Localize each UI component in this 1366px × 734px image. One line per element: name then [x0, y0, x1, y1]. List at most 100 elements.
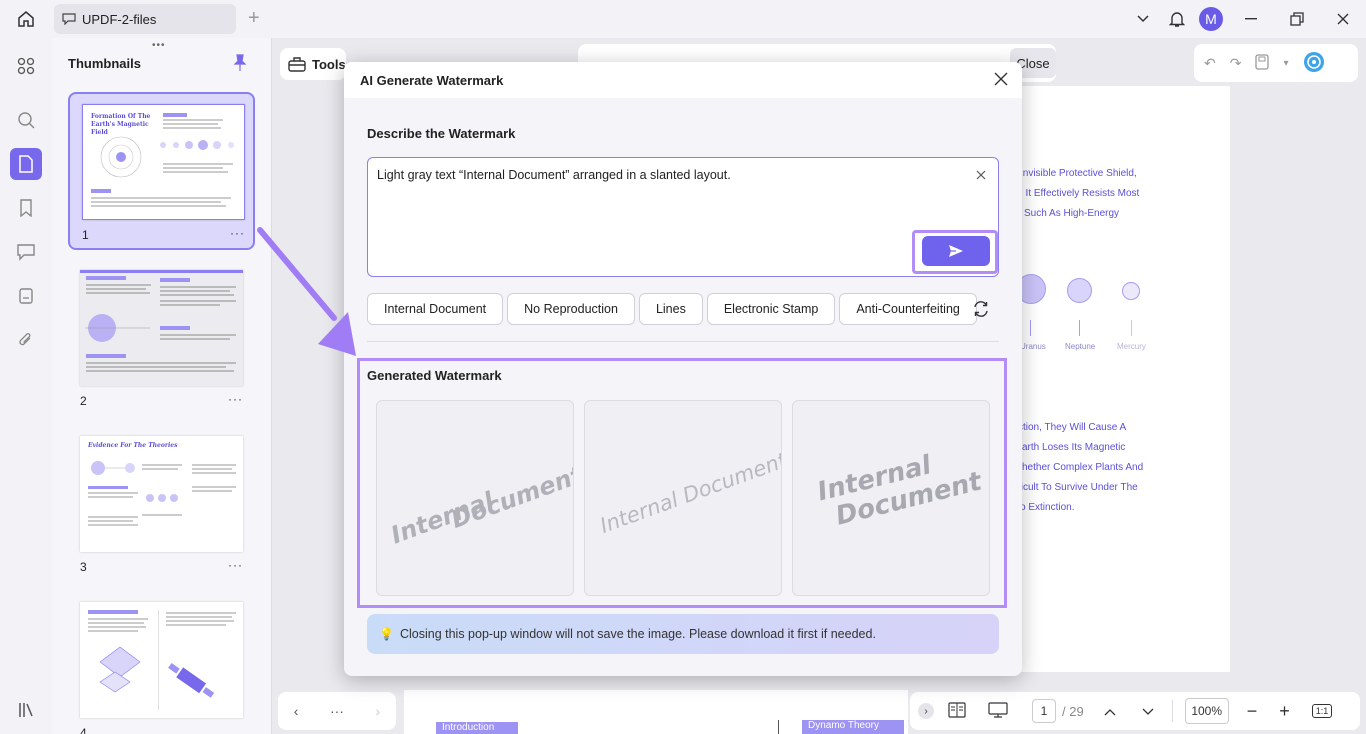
redo-icon[interactable]: ↷ — [1230, 55, 1242, 72]
chip-internal-document[interactable]: Internal Document — [367, 293, 504, 325]
send-icon — [949, 245, 963, 257]
minimize-icon[interactable] — [1228, 0, 1274, 38]
thumbnail-image — [80, 270, 243, 386]
watermark-option-2[interactable]: Internal Document — [584, 400, 782, 596]
watermark-preview: Internal Document — [596, 448, 782, 538]
comments-icon[interactable] — [10, 236, 42, 268]
avatar-button[interactable]: M — [1194, 0, 1228, 38]
restore-icon[interactable] — [1274, 0, 1320, 38]
zoom-level[interactable]: 100% — [1184, 698, 1229, 724]
thumbnail-page-4[interactable]: 4 — [68, 592, 255, 734]
chevron-up-icon[interactable] — [1104, 704, 1116, 719]
chip-anti-counterfeiting[interactable]: Anti-Counterfeiting — [839, 293, 977, 325]
document-text: ction, They Will Cause A — [1018, 422, 1127, 433]
thumbnail-more-button[interactable]: ··· — [228, 558, 243, 572]
thumbnails-panel: ••• Thumbnails Formation Of The Earth's … — [52, 38, 272, 734]
zoom-in-icon[interactable]: + — [1279, 701, 1290, 722]
chip-electronic-stamp[interactable]: Electronic Stamp — [706, 293, 836, 325]
chevron-down-icon[interactable]: ▾ — [1283, 58, 1288, 69]
watermark-prompt-input[interactable]: Light gray text “Internal Document” arra… — [367, 157, 999, 277]
chip-lines[interactable]: Lines — [638, 293, 703, 325]
right-toolbar: ↶ ↷ ▾ — [1194, 44, 1358, 82]
actual-size-button[interactable]: 1:1 — [1311, 704, 1333, 718]
more-icon[interactable]: ··· — [330, 703, 344, 719]
thumbnail-more-button[interactable]: ··· — [228, 392, 243, 406]
watermark-word: Internal — [596, 487, 682, 538]
thumbnail-page-1[interactable]: Formation Of The Earth's Magnetic Field … — [68, 92, 255, 250]
document-text: o Extinction. — [1020, 502, 1075, 513]
thumbnail-page-2[interactable]: 2 ··· — [68, 260, 255, 418]
ai-watermark-dialog: AI Generate Watermark Describe the Water… — [344, 62, 1022, 676]
collapse-icon[interactable]: › — [918, 703, 934, 719]
document-text: , It Effectively Resists Most — [1020, 188, 1140, 199]
divider — [1171, 700, 1173, 722]
chevron-down-icon[interactable] — [1142, 704, 1154, 719]
section-tag: Introduction — [436, 722, 518, 734]
document-text: ficult To Survive Under The — [1018, 482, 1138, 493]
thumbnail-page-3[interactable]: Evidence For The Theories 3 ··· — [68, 426, 255, 584]
paperclip-icon[interactable] — [10, 324, 42, 356]
planet-neptune — [1067, 278, 1092, 303]
chevron-right-icon[interactable]: › — [376, 703, 381, 719]
divider — [367, 341, 999, 342]
watermark-option-3[interactable]: Internal Document — [792, 400, 990, 596]
thumbnail-page-number: 4 — [80, 726, 87, 734]
clear-icon[interactable] — [976, 168, 986, 183]
close-icon[interactable] — [994, 72, 1008, 91]
tools-button[interactable]: Tools — [280, 48, 346, 80]
thumbnail-more-button[interactable]: ··· — [230, 226, 245, 240]
chip-no-reproduction[interactable]: No Reproduction — [507, 293, 635, 325]
refresh-icon[interactable] — [972, 300, 990, 323]
thumbnail-image: Evidence For The Theories — [80, 436, 243, 552]
planet-label: Neptune — [1065, 342, 1096, 351]
close-window-icon[interactable] — [1320, 0, 1366, 38]
page-number-input[interactable]: 1 — [1032, 699, 1056, 723]
suggestion-chips: Internal Document No Reproduction Lines … — [367, 293, 977, 325]
prompt-text: Light gray text “Internal Document” arra… — [377, 168, 731, 182]
bookmark-icon[interactable] — [10, 192, 42, 224]
search-icon[interactable] — [10, 104, 42, 136]
generated-label: Generated Watermark — [367, 368, 502, 383]
section-tag: Dynamo Theory — [802, 720, 904, 734]
tab-label: UPDF-2-files — [82, 11, 157, 27]
ai-assistant-icon[interactable] — [1303, 51, 1325, 76]
thumbnail-image: Formation Of The Earth's Magnetic Field — [82, 104, 245, 220]
send-button[interactable] — [922, 236, 990, 266]
bell-icon[interactable] — [1160, 0, 1194, 38]
document-text: Invisible Protective Shield, — [1020, 168, 1137, 179]
thumbnail-page-number: 3 — [80, 560, 87, 574]
save-icon[interactable] — [1255, 53, 1270, 73]
page-nav-bar: ‹ ··· › — [278, 692, 396, 730]
planet-tick — [1030, 320, 1031, 336]
dialog-header: AI Generate Watermark — [344, 62, 1022, 98]
watermark-word: Document — [679, 448, 782, 508]
thumbnail-page-number: 1 — [82, 228, 89, 242]
pin-icon[interactable] — [232, 54, 248, 77]
document-tab[interactable]: UPDF-2-files — [54, 4, 236, 34]
chevron-left-icon[interactable]: ‹ — [294, 703, 299, 719]
comment-icon — [62, 13, 76, 25]
avatar: M — [1199, 7, 1223, 31]
undo-icon[interactable]: ↶ — [1204, 55, 1216, 72]
total-pages: / 29 — [1062, 703, 1084, 719]
presentation-icon[interactable] — [988, 701, 1008, 721]
dialog-title: AI Generate Watermark — [360, 73, 504, 88]
attachment-panel-icon[interactable] — [10, 280, 42, 312]
apps-icon[interactable] — [10, 50, 42, 82]
zoom-out-icon[interactable]: − — [1247, 701, 1258, 722]
watermark-preview: Internal Document — [387, 456, 573, 554]
library-icon[interactable] — [10, 694, 42, 726]
chevron-down-icon[interactable] — [1126, 0, 1160, 38]
new-tab-button[interactable]: + — [248, 8, 260, 28]
drag-handle[interactable]: ••• — [152, 40, 166, 51]
divider — [778, 720, 779, 734]
lightbulb-icon: 💡 — [379, 627, 394, 641]
home-icon[interactable] — [14, 8, 38, 30]
thumbnails-icon[interactable] — [10, 148, 42, 180]
page-layout-icon[interactable] — [948, 701, 966, 721]
save-notice: 💡 Closing this pop-up window will not sa… — [367, 614, 999, 654]
notice-text: Closing this pop-up window will not save… — [399, 627, 876, 641]
watermark-option-1[interactable]: Internal Document — [376, 400, 574, 596]
left-rail — [0, 38, 52, 734]
toolbox-icon — [288, 57, 306, 72]
